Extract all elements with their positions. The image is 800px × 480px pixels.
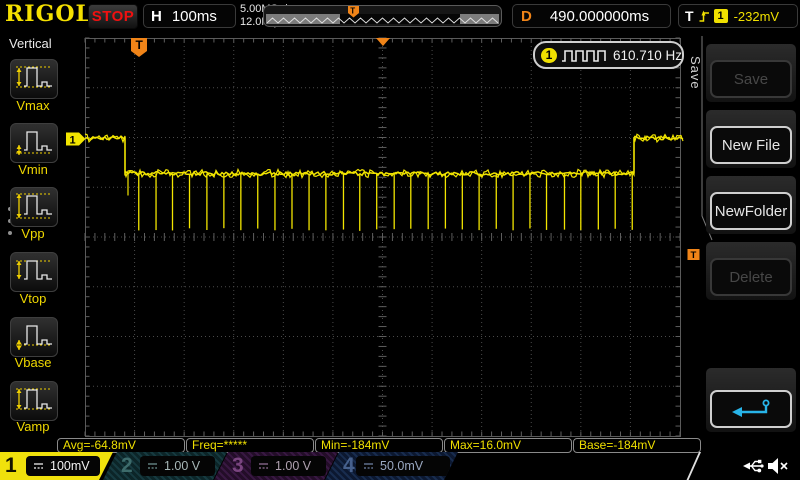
dc-coupling-icon [363, 462, 374, 470]
menu-slot-delete: Delete [706, 242, 796, 300]
vbase-icon [14, 318, 54, 357]
rising-edge-icon [698, 9, 711, 24]
channel-3-number: 3 [232, 453, 244, 479]
channel-2-number: 2 [121, 453, 133, 479]
vpp-label: Vpp [0, 226, 66, 241]
vmin-icon [14, 124, 54, 163]
channel-2-scale: 1.00 V [164, 459, 200, 473]
channel-4-scale: 50.0mV [380, 459, 423, 473]
vtop-button[interactable] [10, 252, 58, 292]
oscilloscope-screen: RIGOL STOP H 100ms 5.00MSa/s 12.0M pts T… [0, 0, 800, 480]
delete-button[interactable]: Delete [710, 258, 792, 296]
vtop-label: Vtop [0, 291, 66, 306]
square-wave-icon [561, 48, 607, 63]
menu-slot-save: Save [706, 44, 796, 102]
run-state-badge: STOP [88, 4, 138, 29]
vmin-button[interactable] [10, 123, 58, 163]
measurement-freq: Freq=***** [186, 438, 314, 453]
trigger-source-badge: 1 [714, 9, 728, 23]
svg-text:T: T [691, 250, 697, 261]
trigger-level-value: -232mV [734, 9, 780, 24]
new-file-button[interactable]: New File [710, 126, 792, 164]
channel-2-tab[interactable]: 2 1.00 V [103, 452, 227, 480]
rigol-logo: RIGOL [5, 1, 92, 27]
vamp-label: Vamp [0, 419, 66, 434]
vmax-label: Vmax [0, 98, 66, 113]
timebase-label: H [151, 8, 162, 25]
channel-4-scale-box: 50.0mV [356, 456, 450, 476]
speaker-muted-icon [766, 455, 790, 477]
menu-slot-new-folder: NewFolder [706, 176, 796, 234]
vpp-icon [14, 188, 54, 227]
channel-1-scale: 100mV [50, 459, 90, 473]
svg-text:T: T [136, 38, 144, 52]
vamp-icon [14, 382, 54, 421]
menu-slot-new-file: New File [706, 110, 796, 168]
dc-coupling-icon [33, 462, 44, 470]
new-folder-button[interactable]: NewFolder [710, 192, 792, 230]
channel-1-tab[interactable]: 1 100mV [0, 452, 113, 480]
channel-3-scale-box: 1.00 V [251, 456, 326, 476]
channel-3-tab[interactable]: 3 1.00 V [214, 452, 338, 480]
freq-channel-badge: 1 [541, 48, 557, 63]
footer-separator [687, 452, 713, 480]
timebase-value: 100ms [172, 8, 217, 25]
vpp-button[interactable] [10, 187, 58, 227]
left-menu-title: Vertical [9, 36, 52, 51]
back-button[interactable] [710, 390, 792, 428]
return-arrow-icon [728, 398, 774, 420]
measurement-max: Max=16.0mV [444, 438, 572, 453]
svg-text:T: T [350, 7, 355, 16]
dc-coupling-icon [147, 462, 158, 470]
vamp-button[interactable] [10, 381, 58, 421]
vbase-label: Vbase [0, 355, 66, 370]
save-button[interactable]: Save [710, 60, 792, 98]
channel-1-scale-box: 100mV [26, 456, 100, 476]
channel-3-scale: 1.00 V [275, 459, 311, 473]
channel-1-number: 1 [5, 453, 17, 479]
vmax-icon [14, 60, 54, 99]
channel-4-tab[interactable]: 4 50.0mV [325, 452, 458, 480]
waveform-display: T T 1 [66, 30, 700, 452]
measurement-avg: Avg=-64.8mV [57, 438, 185, 453]
delay-value: 490.000000ms [550, 8, 649, 25]
trigger-readout: T 1 -232mV [678, 4, 798, 28]
channel-2-scale-box: 1.00 V [140, 456, 215, 476]
measurement-base: Base=-184mV [573, 438, 701, 453]
vmax-button[interactable] [10, 59, 58, 99]
frequency-counter-badge: 1 610.710 Hz [533, 41, 684, 69]
delay-readout: D 490.000000ms [512, 4, 671, 28]
right-menu-tab-title: Save [688, 56, 703, 90]
usb-icon [742, 456, 764, 476]
trigger-label: T [685, 8, 694, 24]
delay-label: D [521, 8, 532, 25]
vtop-icon [14, 253, 54, 292]
channel-4-number: 4 [343, 453, 355, 479]
dc-coupling-icon [258, 462, 269, 470]
svg-text:1: 1 [70, 135, 76, 147]
menu-slot-back [706, 368, 796, 432]
horizontal-position-preview: T [263, 5, 502, 27]
vbase-button[interactable] [10, 317, 58, 357]
measurement-min: Min=-184mV [315, 438, 443, 453]
freq-value: 610.710 Hz [613, 48, 682, 63]
timebase-readout: H 100ms [143, 4, 236, 28]
vmin-label: Vmin [0, 162, 66, 177]
